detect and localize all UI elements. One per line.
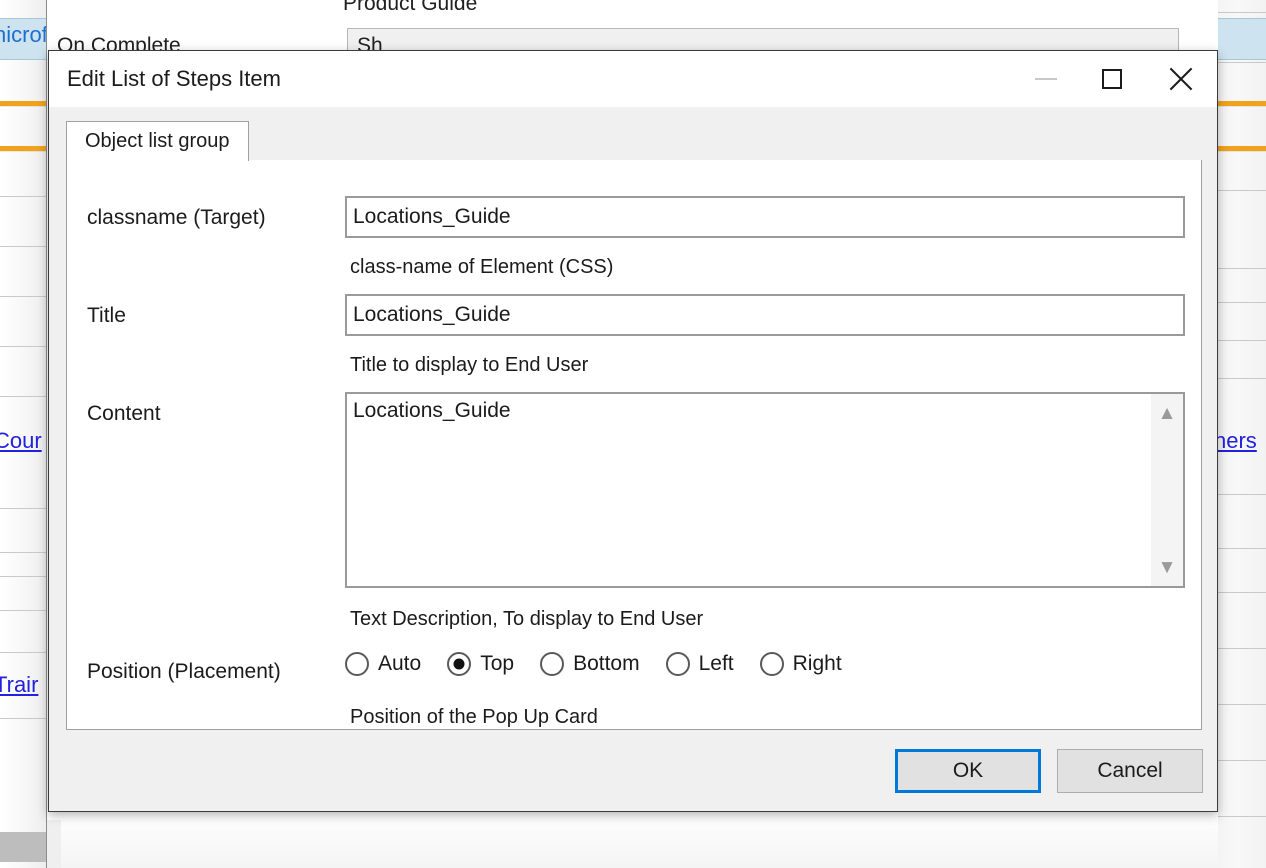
- position-help: Position of the Pop Up Card: [350, 706, 598, 728]
- chevron-down-icon[interactable]: ▼: [1151, 552, 1183, 582]
- radio-auto-icon: [345, 652, 369, 676]
- parent-heading: Product Guide: [343, 0, 478, 15]
- radio-left-label: Left: [698, 652, 734, 675]
- background-row-divider: [0, 718, 46, 719]
- background-row-divider: [1218, 12, 1266, 13]
- minimize-icon: [1035, 78, 1057, 80]
- tab-label: Object list group: [85, 130, 230, 152]
- parent-scroll-column[interactable]: [47, 820, 61, 868]
- background-row-divider: [0, 652, 46, 653]
- background-row-divider: [1218, 378, 1266, 379]
- radio-right-icon: [759, 652, 784, 676]
- background-row-divider: [1218, 704, 1266, 705]
- background-row-divider: [1218, 816, 1266, 817]
- position-label: Position (Placement): [87, 660, 281, 683]
- radio-bottom-label: Bottom: [573, 652, 640, 675]
- background-row-divider: [0, 346, 46, 347]
- cancel-button[interactable]: Cancel: [1057, 749, 1203, 793]
- background-row-divider: [1218, 760, 1266, 761]
- background-row-divider: [0, 296, 46, 297]
- background-highlight-text: nicrof: [0, 22, 46, 47]
- radio-top-icon: [447, 652, 472, 676]
- background-link[interactable]: Cour: [0, 428, 42, 454]
- tab-object-list-group[interactable]: Object list group: [66, 121, 249, 161]
- position-radio-group: Auto Top Bottom Left Right: [345, 652, 868, 676]
- background-row-divider: [0, 552, 46, 553]
- maximize-button[interactable]: [1079, 51, 1145, 107]
- ok-button[interactable]: OK: [895, 749, 1041, 793]
- background-row-divider: [1218, 302, 1266, 303]
- radio-position-auto[interactable]: Auto: [345, 652, 421, 676]
- radio-auto-label: Auto: [378, 652, 422, 675]
- close-button[interactable]: [1145, 51, 1217, 107]
- background-row-divider: [0, 508, 46, 509]
- background-row-divider: [1218, 592, 1266, 593]
- radio-top-label: Top: [480, 652, 515, 675]
- background-row-divider: [1218, 62, 1266, 63]
- title-help: Title to display to End User: [350, 354, 589, 376]
- background-row-divider: [0, 610, 46, 611]
- radio-left-icon: [665, 652, 690, 676]
- dialog-footer: OK Cancel: [49, 731, 1217, 811]
- tab-area: Object list group classname (Target) cla…: [66, 121, 1202, 731]
- radio-right-label: Right: [792, 652, 842, 675]
- radio-position-bottom[interactable]: Bottom: [540, 652, 640, 676]
- background-row-divider: [1218, 340, 1266, 341]
- tabstrip: Object list group: [66, 121, 1202, 161]
- background-left-table: nicrof Cour Trair: [0, 0, 46, 868]
- classname-input[interactable]: [345, 196, 1185, 238]
- background-row-divider: [1218, 494, 1266, 495]
- background-right-table: ners: [1218, 0, 1266, 868]
- content-label: Content: [87, 402, 161, 425]
- dialog-titlebar[interactable]: Edit List of Steps Item: [49, 51, 1217, 107]
- content-scrollbar[interactable]: ▲ ▼: [1151, 394, 1183, 586]
- background-row-divider: [0, 396, 46, 397]
- maximize-icon: [1102, 69, 1122, 89]
- radio-position-left[interactable]: Left: [665, 652, 734, 676]
- background-link[interactable]: Trair: [0, 672, 38, 698]
- tabstrip-filler: [248, 121, 1202, 161]
- background-orange-rule: [0, 146, 46, 151]
- title-label: Title: [87, 304, 126, 327]
- radio-position-right[interactable]: Right: [759, 652, 842, 676]
- background-row-divider: [0, 246, 46, 247]
- tab-panel-object-list-group: classname (Target) class-name of Element…: [66, 160, 1202, 730]
- background-gray-block: [0, 832, 46, 862]
- background-row-divider: [1218, 548, 1266, 549]
- background-row-divider: [1218, 190, 1266, 191]
- dialog-title: Edit List of Steps Item: [67, 66, 281, 91]
- radio-position-top[interactable]: Top: [447, 652, 514, 676]
- minimize-button[interactable]: [1013, 51, 1079, 107]
- background-left-frame-line: [46, 0, 47, 868]
- background-orange-rule: [0, 101, 46, 106]
- close-icon: [1168, 66, 1194, 92]
- classname-label: classname (Target): [87, 206, 266, 229]
- background-orange-rule: [1218, 101, 1266, 106]
- content-help: Text Description, To display to End User: [350, 608, 704, 630]
- radio-bottom-icon: [540, 652, 565, 676]
- background-row-divider: [1218, 268, 1266, 269]
- screen-root: Product Guide On Complete Sh nicrof Cour: [0, 0, 1266, 868]
- background-row-divider: [0, 196, 46, 197]
- content-textarea-wrap: ▲ ▼: [345, 392, 1185, 588]
- classname-help: class-name of Element (CSS): [350, 256, 614, 278]
- background-link[interactable]: ners: [1218, 428, 1257, 454]
- background-row-divider: [0, 576, 46, 577]
- window-caption-buttons: [1013, 51, 1217, 107]
- background-orange-rule: [1218, 146, 1266, 151]
- chevron-up-icon[interactable]: ▲: [1151, 398, 1183, 428]
- edit-list-of-steps-item-dialog: Edit List of Steps Item Object list grou…: [48, 50, 1218, 812]
- background-selected-row: [1218, 18, 1266, 60]
- background-row-divider: [1218, 648, 1266, 649]
- parent-bottom-area: [47, 820, 1219, 868]
- title-input[interactable]: [345, 294, 1185, 336]
- content-textarea[interactable]: [347, 394, 1151, 586]
